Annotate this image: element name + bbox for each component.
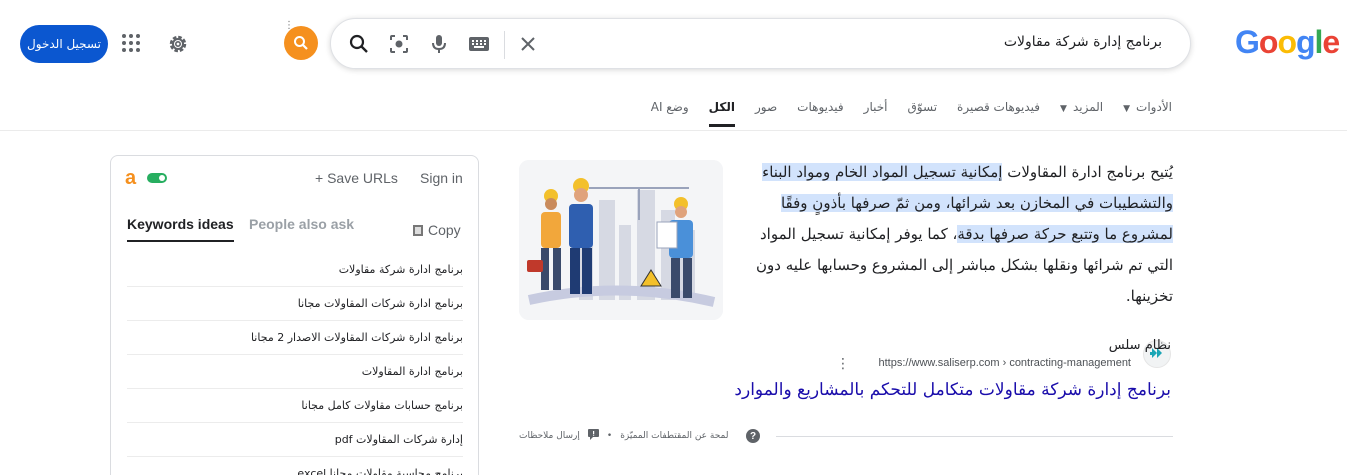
search-input[interactable]: برنامج إدارة شركة مقاولات	[1004, 34, 1162, 50]
keyword-text: برنامج ادارة شركة مقاولات	[338, 263, 463, 276]
signin-button[interactable]: تسجيل الدخول	[20, 25, 108, 63]
keywords-panel: a + Save URLs Sign in Keywords ideas Peo…	[110, 155, 479, 475]
extension-menu-icon[interactable]: ⋮	[284, 20, 294, 31]
settings-gear-icon[interactable]	[166, 32, 190, 56]
search-icon[interactable]	[347, 32, 371, 56]
snippet-text-start: يُتيح برنامج ادارة المقاولات	[1002, 163, 1173, 181]
tab-videos[interactable]: فيديوهات	[797, 100, 843, 127]
list-item[interactable]: إدارة شركات المقاولات pdf	[127, 423, 463, 457]
separator-dot: •	[606, 431, 613, 441]
list-item[interactable]: برنامج حسابات مقاولات كامل مجانا	[127, 389, 463, 423]
tab-news[interactable]: أخبار	[864, 100, 888, 127]
send-feedback-link[interactable]: إرسال ملاحظات	[519, 431, 580, 441]
keyword-text: برنامج ادارة شركات المقاولات مجانا	[297, 297, 463, 310]
result-title-link[interactable]: برنامج إدارة شركة مقاولات متكامل للتحكم …	[734, 380, 1171, 400]
feedback-divider	[776, 436, 1173, 437]
keyword-text: برنامج حسابات مقاولات كامل مجانا	[301, 399, 463, 412]
tab-all[interactable]: الكل	[708, 100, 735, 127]
help-icon[interactable]: ?	[746, 429, 760, 443]
google-logo[interactable]: Google	[1235, 24, 1340, 61]
list-item[interactable]: برنامج ادارة شركة مقاولات	[127, 253, 463, 287]
lens-icon[interactable]	[387, 32, 411, 56]
featured-snippet-text: يُتيح برنامج ادارة المقاولات إمكانية تسج…	[745, 157, 1173, 312]
search-tabs: وضع AI الكل صور فيديوهات أخبار تسوّق فيد…	[651, 100, 1172, 127]
site-url[interactable]: https://www.saliserp.com › contracting-m…	[879, 357, 1132, 369]
tab-keywords-ideas[interactable]: Keywords ideas	[127, 216, 234, 242]
apps-grid-icon[interactable]	[121, 33, 141, 53]
search-box[interactable]: برنامج إدارة شركة مقاولات	[330, 18, 1191, 69]
list-item[interactable]: برنامج ادارة شركات المقاولات مجانا	[127, 287, 463, 321]
keyboard-icon[interactable]	[467, 32, 491, 56]
copy-icon	[413, 225, 423, 236]
copy-button[interactable]: Copy	[413, 222, 461, 238]
site-name[interactable]: نظام سلس	[1109, 338, 1171, 353]
extension-toggle[interactable]	[147, 173, 167, 183]
feedback-row: لمحة عن المقتطفات المميّزة • إرسال ملاحظ…	[519, 429, 729, 443]
tab-shopping[interactable]: تسوّق	[907, 100, 937, 127]
list-item[interactable]: برنامج ادارة شركات المقاولات الاصدار 2 م…	[127, 321, 463, 355]
about-featured-snippets-link[interactable]: لمحة عن المقتطفات المميّزة	[620, 431, 728, 441]
more-options-icon[interactable]: ⋮	[836, 356, 850, 372]
tab-tools-label: الأدوات	[1136, 100, 1172, 114]
save-urls-button[interactable]: + Save URLs	[315, 170, 398, 186]
tab-more[interactable]: المزيد ▼	[1060, 100, 1103, 127]
keyword-list: برنامج ادارة شركة مقاولات برنامج ادارة ش…	[127, 253, 463, 475]
chevron-down-icon: ▼	[1123, 104, 1131, 114]
panel-signin-link[interactable]: Sign in	[420, 170, 463, 186]
snippet-image[interactable]	[519, 160, 723, 320]
feedback-icon[interactable]	[587, 429, 599, 443]
search-divider	[504, 31, 505, 59]
tab-people-also-ask[interactable]: People also ask	[249, 216, 354, 232]
clear-icon[interactable]	[516, 32, 540, 56]
tab-tools[interactable]: الأدوات ▼	[1123, 100, 1172, 127]
tab-more-label: المزيد	[1072, 100, 1104, 114]
keyword-text: برنامج ادارة شركات المقاولات الاصدار 2 م…	[250, 331, 463, 344]
chevron-down-icon: ▼	[1060, 104, 1067, 114]
extension-search-icon[interactable]	[284, 26, 318, 60]
tabs-divider	[0, 130, 1347, 131]
save-urls-label: Save URLs	[327, 170, 398, 186]
list-item[interactable]: برنامج ادارة المقاولات	[127, 355, 463, 389]
keyword-text: برنامج ادارة المقاولات	[361, 365, 463, 378]
tab-ai-mode[interactable]: وضع AI	[651, 100, 689, 127]
list-item[interactable]: برنامج محاسبة مقاولات مجانا excel	[127, 457, 463, 475]
extension-logo[interactable]: a	[125, 167, 136, 190]
keyword-text: إدارة شركات المقاولات pdf	[334, 433, 463, 446]
keyword-text: برنامج محاسبة مقاولات مجانا excel	[297, 467, 463, 475]
plus-icon: +	[315, 170, 328, 186]
tab-images[interactable]: صور	[755, 100, 777, 127]
copy-label: Copy	[428, 222, 461, 238]
microphone-icon[interactable]	[427, 32, 451, 56]
tab-short-videos[interactable]: فيديوهات قصيرة	[957, 100, 1040, 127]
